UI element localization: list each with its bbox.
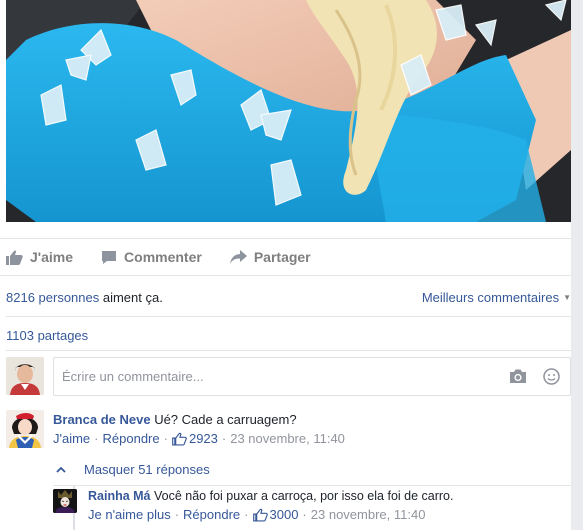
comment-meta: J'aime · Répondre · 2923 · 23 novembre, … xyxy=(53,431,345,446)
reply-timestamp[interactable]: 23 novembre, 11:40 xyxy=(311,507,426,522)
share-arrow-icon xyxy=(229,250,247,264)
meta-separator: · xyxy=(174,507,180,522)
share-button[interactable]: Partager xyxy=(229,249,311,265)
divider xyxy=(6,350,571,351)
chevron-up-icon xyxy=(56,466,66,473)
meta-separator: · xyxy=(302,507,307,522)
thumbs-up-icon xyxy=(6,249,23,265)
camera-icon[interactable] xyxy=(509,368,527,384)
evil-queen-photo xyxy=(53,489,77,513)
post-action-bar: J'aime Commenter Partager xyxy=(0,238,571,276)
reply-author-link[interactable]: Rainha Má xyxy=(88,489,151,503)
comment-sort-label: Meilleurs commentaires xyxy=(421,289,560,305)
comment-bubble-icon xyxy=(102,250,117,264)
post-photo[interactable] xyxy=(6,0,571,222)
comment-input[interactable] xyxy=(62,369,482,384)
divider xyxy=(53,485,571,486)
reply-like-count-value: 3000 xyxy=(269,507,299,522)
comment-like-count[interactable]: 2923 xyxy=(172,431,218,446)
photo-dress-illustration xyxy=(6,0,571,222)
reply-reply-link[interactable]: Répondre xyxy=(183,507,240,522)
user-photo xyxy=(6,357,44,395)
reply-text: Você não foi puxar a carroça, por isso e… xyxy=(154,489,454,503)
thumbs-up-outline-icon xyxy=(172,432,187,445)
comment-button[interactable]: Commenter xyxy=(101,249,202,265)
comment-composer[interactable] xyxy=(53,357,571,396)
comment-timestamp[interactable]: 23 novembre, 11:40 xyxy=(230,431,345,446)
page-background-edge xyxy=(571,0,583,530)
meta-separator: · xyxy=(163,431,168,446)
likes-summary-row: 8216 personnes aiment ça. Meilleurs comm… xyxy=(6,287,571,307)
reply-unlike-link[interactable]: Je n'aime plus xyxy=(88,507,171,522)
reply-author-avatar[interactable] xyxy=(53,489,77,513)
snow-white-photo xyxy=(6,410,44,448)
caret-down-icon: ▼ xyxy=(563,292,571,302)
meta-separator: · xyxy=(244,507,249,522)
comment-author-link[interactable]: Branca de Neve xyxy=(53,412,151,427)
likes-count-link[interactable]: 8216 personnes xyxy=(6,290,99,305)
like-button-label: J'aime xyxy=(30,249,74,265)
commenter-avatar[interactable] xyxy=(6,410,44,448)
meta-separator: · xyxy=(221,431,227,446)
comment-reply-link[interactable]: Répondre xyxy=(103,431,160,446)
likes-suffix: aiment ça. xyxy=(99,289,163,305)
like-button[interactable]: J'aime xyxy=(6,249,73,265)
meta-separator: · xyxy=(94,431,99,446)
comment-text: Ué? Cade a carruagem? xyxy=(154,412,297,427)
thumbs-up-outline-icon xyxy=(252,508,268,521)
reply-comment: Rainha Má Você não foi puxar a carroça, … xyxy=(88,489,453,522)
comment-button-label: Commenter xyxy=(124,249,202,265)
emoji-icon[interactable] xyxy=(543,368,560,385)
composer-tools xyxy=(509,368,560,385)
share-button-label: Partager xyxy=(253,249,311,265)
current-user-avatar[interactable] xyxy=(6,357,44,395)
likes-summary: 8216 personnes aiment ça. xyxy=(6,290,163,305)
comment-sort-dropdown[interactable]: Meilleurs commentaires ▼ xyxy=(422,290,571,305)
comment: Branca de Neve Ué? Cade a carruagem? J'a… xyxy=(53,412,345,446)
shares-count-link[interactable]: 1103 partages xyxy=(6,328,88,343)
comment-like-count-value: 2923 xyxy=(188,431,218,446)
hide-replies-label: Masquer 51 réponses xyxy=(84,462,210,477)
divider xyxy=(6,316,571,317)
hide-replies-toggle[interactable]: Masquer 51 réponses xyxy=(56,462,210,477)
reply-meta: Je n'aime plus · Répondre · 3000 · 23 no… xyxy=(88,507,453,522)
reply-like-count[interactable]: 3000 xyxy=(252,507,299,522)
comment-like-link[interactable]: J'aime xyxy=(53,431,90,446)
